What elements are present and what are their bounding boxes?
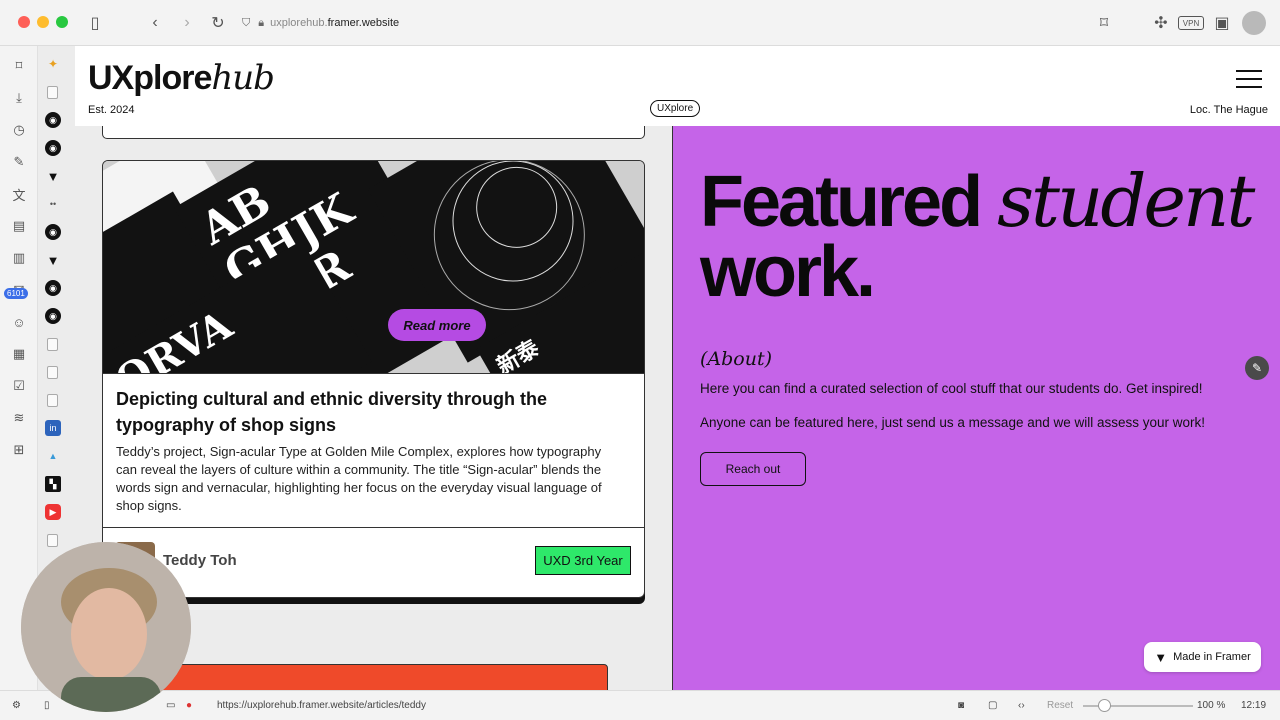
maximize-window-button[interactable] — [56, 16, 68, 28]
made-in-framer-badge[interactable]: ▼ Made in Framer — [1144, 642, 1261, 672]
forward-icon[interactable]: › — [176, 12, 198, 34]
hover-link-url: https://uxplorehub.framer.website/articl… — [217, 700, 426, 711]
shield-icon: ⛉ — [242, 16, 251, 29]
sidebar-toggle-icon[interactable]: ▯ — [84, 12, 106, 34]
extensions-icon[interactable]: ✣ — [1150, 12, 1172, 34]
warning-icon[interactable]: ● — [186, 700, 192, 711]
settings-icon[interactable]: ⚙ — [12, 700, 21, 711]
tab-page-icon[interactable] — [47, 534, 58, 547]
minimize-window-button[interactable] — [37, 16, 49, 28]
url-prefix: uxplorehub. — [270, 17, 328, 29]
featured-heading-a: Featured — [700, 162, 998, 242]
browser-status-bar: ⚙ ▯ ▭ ● https://uxplorehub.framer.websit… — [0, 690, 1280, 720]
made-in-framer-text: Made in Framer — [1173, 651, 1251, 663]
calendar-icon[interactable]: ▤ — [9, 216, 29, 236]
back-icon[interactable]: ‹ — [144, 12, 166, 34]
address-bar[interactable]: ⛉ 🔒︎ uxplorehub. framer.website — [238, 10, 1118, 36]
bookmark-icon[interactable]: ⌑ — [1093, 12, 1115, 34]
tab-page-icon[interactable] — [47, 338, 58, 351]
site-logo[interactable]: UXplorehub — [88, 58, 275, 98]
author-name: Teddy Toh — [163, 552, 237, 569]
url-domain: framer.website — [327, 17, 400, 29]
gift-icon[interactable]: ▣ — [1211, 12, 1233, 34]
zoom-level: 100 % — [1197, 700, 1226, 711]
browser-toolbar: ▯ ‹ › ↻ ⛉ 🔒︎ uxplorehub. framer.website ⌑… — [0, 0, 1280, 46]
download-icon[interactable]: ⤓ — [9, 88, 29, 108]
article-description: Teddy’s project, Sign-acular Type at Gol… — [116, 444, 602, 513]
location-text: Loc. The Hague — [1189, 104, 1268, 116]
article-image: Z ABGHJKPQR ORVA 新泰 Read more — [103, 161, 644, 374]
tab-app-icon[interactable]: ▚ — [45, 476, 61, 492]
read-more-button[interactable]: Read more — [388, 309, 486, 341]
presenter-video — [21, 542, 191, 712]
featured-panel: Featured student work. (About) Here you c… — [672, 126, 1280, 690]
logo-main-text: UXplore — [88, 59, 212, 97]
translate-icon[interactable]: 文 — [9, 184, 29, 204]
previous-card[interactable] — [102, 126, 645, 139]
vpn-button[interactable]: VPN — [1178, 16, 1204, 30]
window-icon[interactable]: ▭ — [166, 700, 175, 711]
reload-icon[interactable]: ↻ — [207, 12, 229, 34]
notes-icon[interactable]: ✎ — [9, 152, 29, 172]
camera-icon[interactable]: ◙ — [958, 700, 964, 711]
tab-page-icon[interactable] — [47, 366, 58, 379]
year-tag: UXD 3rd Year — [535, 546, 631, 575]
tile-icon[interactable]: ▢ — [988, 700, 997, 711]
contacts-icon[interactable]: ☺ — [9, 312, 29, 332]
next-card-image[interactable] — [160, 664, 608, 690]
tab-site-icon[interactable]: ◉ — [45, 140, 61, 156]
established-text: Est. 2024 — [88, 104, 135, 116]
uxplore-pill[interactable]: UXplore — [650, 100, 701, 117]
tab-dots-icon[interactable]: •• — [45, 196, 61, 212]
edit-pencil-icon[interactable]: ✎ — [1245, 356, 1269, 380]
profile-avatar[interactable] — [1242, 11, 1266, 35]
tasks-icon[interactable]: ☑ — [9, 376, 29, 396]
code-icon[interactable]: ‹› — [1018, 700, 1025, 711]
close-window-button[interactable] — [18, 16, 30, 28]
tab-site-icon[interactable]: ◉ — [45, 112, 61, 128]
party-icon[interactable]: ✦ — [45, 56, 61, 72]
about-paragraph-1: Here you can find a curated selection of… — [700, 381, 1203, 396]
calendar2-icon[interactable]: ▦ — [9, 344, 29, 364]
article-footer: Teddy Toh UXD 3rd Year — [103, 527, 644, 597]
framer-logo-icon: ▼ — [1154, 649, 1168, 665]
bookmarks-icon[interactable]: ⌑ — [9, 56, 29, 76]
lock-icon: 🔒︎ — [258, 16, 265, 29]
tab-app-icon[interactable]: ▲ — [45, 448, 61, 464]
article-title[interactable]: Depicting cultural and ethnic diversity … — [116, 386, 586, 438]
website-viewport: UXplorehub Est. 2024 UXplore Loc. The Ha… — [75, 46, 1280, 690]
tab-site-icon[interactable]: ◉ — [45, 280, 61, 296]
reach-out-button[interactable]: Reach out — [700, 452, 806, 486]
linkedin-icon[interactable]: in — [45, 420, 61, 436]
logo-italic-text: hub — [211, 58, 275, 98]
add-panel-icon[interactable]: ⊞ — [9, 440, 29, 460]
about-paragraph-2: Anyone can be featured here, just send u… — [700, 415, 1206, 430]
panel-icon[interactable]: ▯ — [44, 700, 50, 711]
featured-heading: Featured student work. — [700, 165, 1255, 308]
webcam-overlay — [21, 542, 191, 712]
reader-icon[interactable]: ▥ — [9, 248, 29, 268]
featured-heading-b: work. — [700, 232, 876, 312]
about-label: (About) — [700, 348, 773, 370]
youtube-icon[interactable]: ▶ — [45, 504, 61, 520]
hamburger-menu-icon[interactable] — [1236, 70, 1262, 88]
history-icon[interactable]: ◷ — [9, 120, 29, 140]
framer-icon[interactable]: ▼ — [45, 168, 61, 184]
clock: 12:19 — [1241, 700, 1267, 711]
tab-page-icon[interactable] — [47, 394, 58, 407]
article-card[interactable]: Z ABGHJKPQR ORVA 新泰 Read more Depicting … — [102, 160, 645, 598]
mail-count-badge: 6101 — [4, 288, 28, 299]
tab-page-icon[interactable] — [47, 86, 58, 99]
featured-heading-italic: student — [997, 159, 1255, 243]
tab-site-icon[interactable]: ◉ — [45, 224, 61, 240]
feed-icon[interactable]: ≋ — [9, 408, 29, 428]
zoom-slider-handle[interactable] — [1098, 699, 1111, 712]
zoom-reset-button[interactable]: Reset — [1047, 700, 1073, 711]
framer-icon[interactable]: ▼ — [45, 252, 61, 268]
tab-site-icon[interactable]: ◉ — [45, 308, 61, 324]
